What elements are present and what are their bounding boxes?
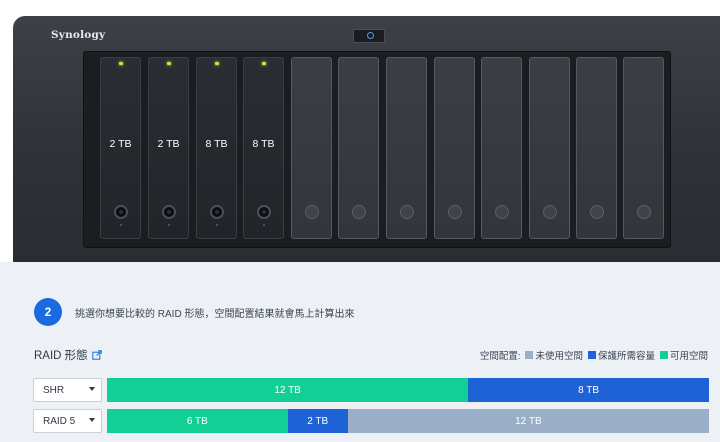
nas-illustration: Synology 2 TB 2 TB 8 TB 8 TB xyxy=(0,0,720,266)
drive-bay-3[interactable]: 8 TB xyxy=(196,57,237,239)
drive-bay-panel: 2 TB 2 TB 8 TB 8 TB xyxy=(83,51,671,248)
capacity-segment-unused: 12 TB xyxy=(347,409,709,433)
bay-lock-icon xyxy=(114,205,128,219)
raid-type-select[interactable]: SHR xyxy=(33,378,102,402)
bay-lock-icon xyxy=(400,205,414,219)
brand-logo: Synology xyxy=(51,29,106,41)
bay-lock-icon xyxy=(352,205,366,219)
bay-lock-icon xyxy=(590,205,604,219)
bay-lock-icon xyxy=(257,205,271,219)
power-button xyxy=(353,29,385,43)
legend-item-label: 保護所需容量 xyxy=(597,351,655,362)
dropdown-caret-icon xyxy=(89,418,95,422)
legend-swatch xyxy=(525,351,534,359)
external-link-icon[interactable] xyxy=(91,350,102,360)
status-led xyxy=(119,62,123,65)
raid-type-value: SHR xyxy=(43,384,65,396)
drive-bay-11[interactable] xyxy=(576,57,617,239)
drive-capacity-label: 8 TB xyxy=(205,138,228,150)
legend-item: 保護所需容量 xyxy=(587,348,655,362)
drive-capacity-label: 8 TB xyxy=(252,138,275,150)
capacity-segment-available: 12 TB xyxy=(107,378,469,402)
bay-indicator-dot xyxy=(263,224,265,226)
capacity-segment-protection: 2 TB xyxy=(287,409,348,433)
drive-bay-7[interactable] xyxy=(386,57,427,239)
capacity-bar: 6 TB 2 TB 12 TB xyxy=(107,409,709,433)
raid-calculator-panel: 2 挑選你想要比較的 RAID 形態，空間配置結果就會馬上計算出來 RAID 形… xyxy=(0,262,720,442)
drive-bay-9[interactable] xyxy=(481,57,522,239)
bay-lock-icon xyxy=(543,205,557,219)
drive-bay-6[interactable] xyxy=(338,57,379,239)
raid-type-heading: RAID 形態 xyxy=(34,347,102,363)
bay-indicator-dot xyxy=(120,224,122,226)
drive-capacity-label: 2 TB xyxy=(157,138,180,150)
bay-indicator-dot xyxy=(168,224,170,226)
status-led xyxy=(167,62,171,65)
capacity-bar: 12 TB 8 TB xyxy=(107,378,709,402)
drive-bay-5[interactable] xyxy=(291,57,332,239)
legend-item: 未使用空間 xyxy=(525,348,583,362)
drive-bay-10[interactable] xyxy=(529,57,570,239)
legend-swatch xyxy=(659,351,668,359)
bay-indicator-dot xyxy=(216,224,218,226)
capacity-segment-protection: 8 TB xyxy=(468,378,709,402)
bay-lock-icon xyxy=(210,205,224,219)
power-icon xyxy=(367,32,374,39)
capacity-segment-available: 6 TB xyxy=(107,409,288,433)
drive-bay-12[interactable] xyxy=(623,57,664,239)
step-number-badge: 2 xyxy=(34,298,62,326)
drive-bay-4[interactable]: 8 TB xyxy=(243,57,284,239)
legend-item-label: 未使用空間 xyxy=(535,351,583,362)
raid-type-select[interactable]: RAID 5 xyxy=(33,409,102,433)
raid-type-title: RAID 形態 xyxy=(34,350,88,362)
dropdown-caret-icon xyxy=(89,387,95,391)
drive-capacity-label: 2 TB xyxy=(109,138,132,150)
bay-lock-icon xyxy=(305,205,319,219)
bay-lock-icon xyxy=(495,205,509,219)
step-instruction: 挑選你想要比較的 RAID 形態，空間配置結果就會馬上計算出來 xyxy=(75,309,355,320)
raid-row: RAID 5 6 TB 2 TB 12 TB xyxy=(33,409,713,433)
drive-bay-8[interactable] xyxy=(434,57,475,239)
status-led xyxy=(215,62,219,65)
space-allocation-legend: 空間配置: 未使用空間 保護所需容量 可用空間 xyxy=(480,348,708,362)
bay-lock-icon xyxy=(162,205,176,219)
drive-bay-1[interactable]: 2 TB xyxy=(100,57,141,239)
legend-item-label: 可用空間 xyxy=(669,351,708,362)
legend-swatch xyxy=(587,351,596,359)
raid-row: SHR 12 TB 8 TB xyxy=(33,378,713,402)
status-led xyxy=(262,62,266,65)
bay-lock-icon xyxy=(637,205,651,219)
raid-type-value: RAID 5 xyxy=(43,415,76,427)
legend-label: 空間配置: xyxy=(479,351,521,362)
bay-lock-icon xyxy=(448,205,462,219)
legend-item: 可用空間 xyxy=(659,348,708,362)
nas-chassis: Synology 2 TB 2 TB 8 TB 8 TB xyxy=(13,16,720,266)
drive-bay-2[interactable]: 2 TB xyxy=(148,57,189,239)
